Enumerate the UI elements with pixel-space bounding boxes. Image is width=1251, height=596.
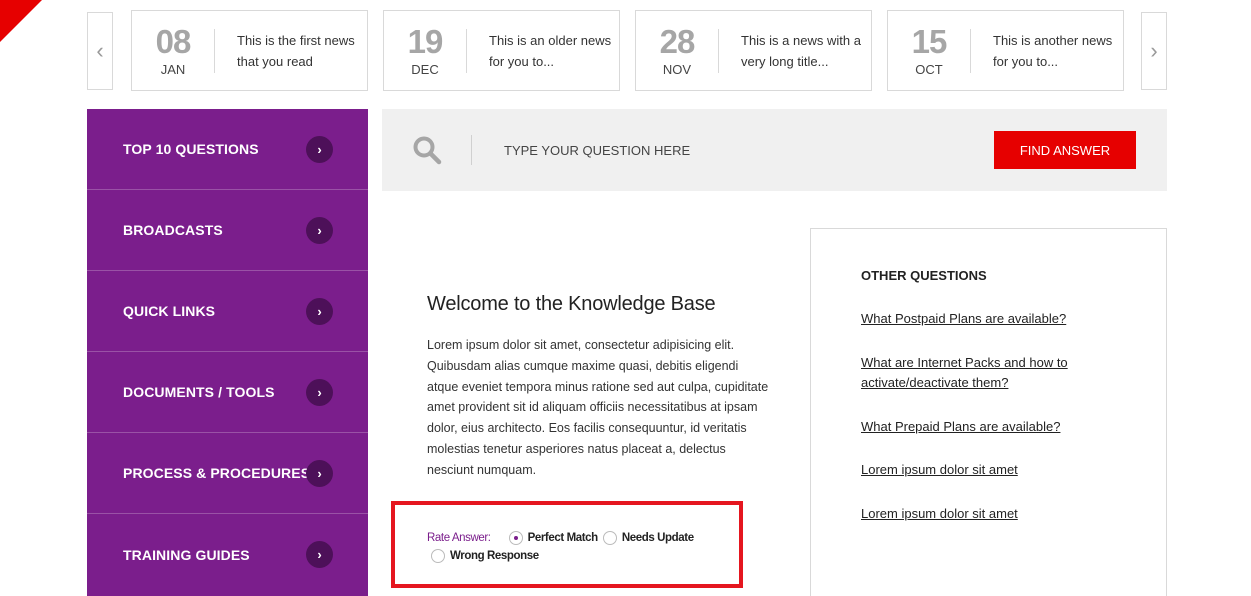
news-date: 28 NOV	[636, 22, 718, 77]
brand-corner-triangle	[0, 0, 42, 42]
sidebar-item-label: TRAINING GUIDES	[123, 546, 250, 563]
search-input[interactable]	[486, 137, 866, 163]
radio-label: Wrong Response	[450, 550, 539, 562]
chevron-right-icon: ›	[1150, 38, 1158, 63]
radio-dot-icon	[513, 536, 518, 540]
sidebar-item-quick-links[interactable]: QUICK LINKS ›	[87, 271, 368, 352]
sidebar-item-top-10-questions[interactable]: TOP 10 QUESTIONS ›	[87, 109, 368, 190]
news-month: OCT	[915, 61, 943, 77]
sidebar-item-label: TOP 10 QUESTIONS	[123, 141, 259, 157]
news-date: 19 DEC	[384, 22, 466, 77]
news-day: 19	[407, 22, 444, 60]
radio-label: Perfect Match	[527, 532, 599, 544]
question-link[interactable]: What Prepaid Plans are available?	[861, 417, 1091, 437]
sidebar-item-process-procedures[interactable]: PROCESS & PROCEDURES ›	[87, 433, 368, 514]
radio-perfect-match[interactable]: Perfect Match	[508, 531, 599, 545]
news-day: 08	[155, 22, 192, 60]
sidebar-item-training-guides[interactable]: TRAINING GUIDES ›	[87, 514, 368, 595]
rate-answer-row: Wrong Response	[431, 549, 544, 563]
knowledge-base-page: ‹ 08 JAN This is the first news that you…	[0, 0, 1251, 596]
chevron-right-icon[interactable]: ›	[306, 136, 333, 163]
question-link[interactable]: Lorem ipsum dolor sit amet	[861, 460, 1091, 480]
rate-answer-label: Rate Answer:	[427, 532, 491, 544]
chevron-right-icon[interactable]: ›	[306, 460, 333, 487]
sidebar-item-label: PROCESS & PROCEDURES	[123, 465, 311, 481]
radio-label: Needs Update	[621, 532, 694, 544]
question-link[interactable]: Lorem ipsum dolor sit amet	[861, 504, 1091, 524]
search-icon	[413, 136, 442, 165]
news-prev-button[interactable]: ‹	[87, 12, 113, 90]
article: Welcome to the Knowledge Base Lorem ipsu…	[427, 293, 772, 481]
rate-answer-row: Rate Answer: Perfect Match Needs Update	[427, 531, 699, 545]
news-day: 28	[659, 22, 696, 60]
search-divider	[471, 135, 472, 165]
search-bar: FIND ANSWER	[382, 109, 1167, 191]
radio-needs-update[interactable]: Needs Update	[602, 531, 694, 545]
other-questions-title: OTHER QUESTIONS	[861, 268, 987, 283]
news-next-button[interactable]: ›	[1141, 12, 1167, 90]
news-month: NOV	[662, 61, 692, 77]
sidebar-item-label: QUICK LINKS	[123, 303, 216, 319]
question-link[interactable]: What are Internet Packs and how to activ…	[861, 353, 1091, 393]
news-month: DEC	[411, 61, 439, 77]
rate-answer-box: Rate Answer: Perfect Match Needs Update …	[391, 501, 743, 588]
news-day: 15	[911, 22, 948, 60]
chevron-right-icon[interactable]: ›	[306, 298, 333, 325]
chevron-right-icon[interactable]: ›	[306, 379, 333, 406]
news-headline[interactable]: This is an older news for you to...	[467, 30, 617, 72]
news-card[interactable]: 15 OCT This is another news for you to..…	[887, 10, 1124, 91]
sidebar-item-label: BROADCASTS	[123, 222, 223, 238]
sidebar-item-label: DOCUMENTS / TOOLS	[123, 384, 275, 400]
question-link[interactable]: What Postpaid Plans are available?	[861, 309, 1091, 329]
news-date: 08 JAN	[132, 22, 214, 77]
article-title: Welcome to the Knowledge Base	[427, 293, 716, 315]
chevron-right-icon[interactable]: ›	[306, 541, 333, 568]
radio-selected-icon[interactable]	[508, 531, 523, 545]
other-questions-panel: OTHER QUESTIONS What Postpaid Plans are …	[810, 228, 1167, 596]
sidebar-item-documents-tools[interactable]: DOCUMENTS / TOOLS ›	[87, 352, 368, 433]
news-card[interactable]: 08 JAN This is the first news that you r…	[131, 10, 368, 91]
radio-unselected-icon[interactable]	[602, 531, 617, 545]
article-body: Lorem ipsum dolor sit amet, consectetur …	[427, 338, 769, 477]
news-headline[interactable]: This is another news for you to...	[971, 30, 1121, 72]
chevron-left-icon: ‹	[96, 38, 104, 63]
chevron-right-icon[interactable]: ›	[306, 217, 333, 244]
news-card[interactable]: 28 NOV This is a news with a very long t…	[635, 10, 872, 91]
sidebar-nav: TOP 10 QUESTIONS › BROADCASTS › QUICK LI…	[87, 109, 368, 596]
news-headline[interactable]: This is the first news that you read	[215, 30, 365, 72]
news-month: JAN	[160, 61, 186, 77]
news-date: 15 OCT	[888, 22, 970, 77]
radio-wrong-response[interactable]: Wrong Response	[431, 549, 539, 563]
find-answer-button[interactable]: FIND ANSWER	[994, 131, 1136, 169]
sidebar-item-broadcasts[interactable]: BROADCASTS ›	[87, 190, 368, 271]
news-card[interactable]: 19 DEC This is an older news for you to.…	[383, 10, 620, 91]
news-headline[interactable]: This is a news with a very long title...	[719, 30, 869, 72]
radio-unselected-icon[interactable]	[431, 549, 445, 563]
